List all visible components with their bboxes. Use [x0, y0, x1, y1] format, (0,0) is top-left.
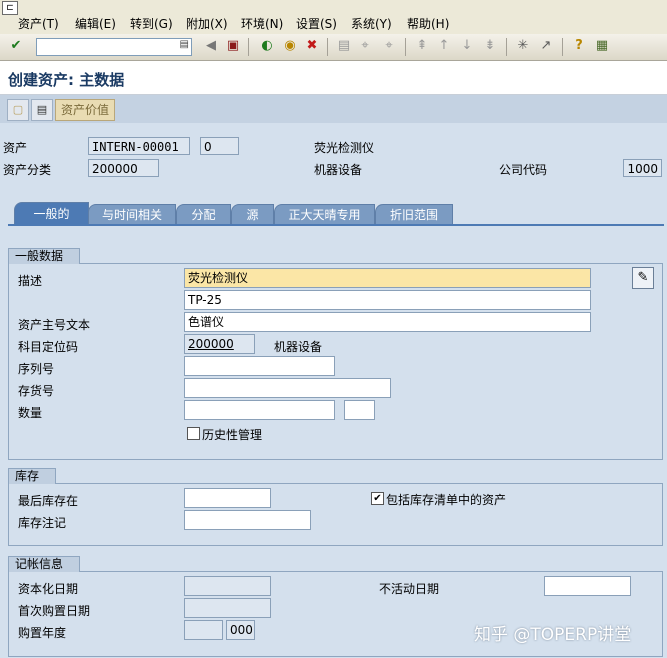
menu-extras[interactable]: 附加(X) — [186, 15, 228, 32]
inventory-note-label: 库存注记 — [18, 516, 67, 530]
description-label: 描述 — [18, 274, 43, 288]
deactivation-date-field[interactable] — [544, 576, 631, 596]
asset-description-text: 荧光检测仪 — [314, 141, 375, 155]
include-in-list-label: 包括库存清单中的资产 — [386, 493, 507, 507]
serial-number-label: 序列号 — [18, 362, 55, 376]
title-bar: 创建资产: 主数据 — [0, 61, 667, 95]
history-mgmt-label: 历史性管理 — [202, 428, 263, 442]
inventory-note-field[interactable] — [184, 510, 311, 530]
asset-number-field: INTERN-00001 — [88, 137, 190, 155]
asset-label: 资产 — [3, 141, 28, 155]
menu-bar: ⊏ 资产(T) 编辑(E) 转到(G) 附加(X) 环境(N) 设置(S) 系统… — [0, 0, 667, 35]
inventory-title: 库存 — [8, 468, 57, 484]
asset-value-button[interactable]: 资产价值 — [55, 99, 116, 121]
back-icon[interactable]: ◐ — [258, 37, 276, 55]
menu-edit[interactable]: 编辑(E) — [75, 15, 116, 32]
tab-assignments[interactable]: 分配 — [176, 204, 231, 225]
exit-icon[interactable]: ◉ — [281, 37, 299, 55]
cancel-icon[interactable]: ✖ — [303, 37, 321, 55]
system-toolbar: ✔ ▤ ◀ ▣ ◐ ◉ ✖ ▤ ⌖ ⌖ ⇞ ↑ ↓ ⇟ ✳ ↗ ? ▦ — [0, 34, 667, 61]
inventory-number-field[interactable] — [184, 378, 391, 398]
back-arrow-icon[interactable]: ◀ — [202, 37, 220, 55]
next-page-icon[interactable]: ↓ — [458, 37, 476, 55]
account-determination-field[interactable]: 200000 — [184, 334, 255, 354]
save-icon[interactable]: ▣ — [224, 37, 242, 55]
acquisition-year-label: 购置年度 — [18, 626, 67, 640]
history-mgmt-checkbox[interactable] — [187, 427, 200, 440]
asset-class-text: 机器设备 — [314, 163, 363, 177]
company-code-field: 1000 — [623, 159, 662, 177]
posting-info-title: 记帐信息 — [8, 556, 81, 572]
capitalization-date-field — [184, 576, 271, 596]
last-page-icon[interactable]: ⇟ — [481, 37, 499, 55]
tab-custom[interactable]: 正大天晴专用 — [274, 204, 375, 225]
company-code-label: 公司代码 — [499, 163, 548, 177]
page-title: 创建资产: 主数据 — [8, 71, 125, 89]
first-acquisition-label: 首次购置日期 — [18, 604, 91, 618]
window-icon[interactable]: ⊏ — [2, 1, 18, 15]
separator — [506, 38, 507, 56]
menu-settings[interactable]: 设置(S) — [296, 15, 337, 32]
edit-long-text-icon[interactable]: ✎ — [632, 267, 654, 289]
tab-depreciation-areas[interactable]: 折旧范围 — [375, 204, 453, 225]
separator — [327, 38, 328, 56]
find-icon[interactable]: ⌖ — [356, 37, 374, 55]
main-number-text-field[interactable]: 色谱仪 — [184, 312, 591, 332]
menu-asset[interactable]: 资产(T) — [18, 15, 59, 32]
account-determination-text: 机器设备 — [274, 340, 323, 354]
asset-class-label: 资产分类 — [3, 163, 52, 177]
account-determination-label: 科目定位码 — [18, 340, 79, 354]
tab-strip-line — [8, 224, 664, 226]
create-session-icon[interactable]: ✳ — [514, 37, 532, 55]
menu-goto[interactable]: 转到(G) — [130, 15, 173, 32]
separator — [248, 38, 249, 56]
previous-page-icon[interactable]: ↑ — [435, 37, 453, 55]
help-icon[interactable]: ? — [570, 37, 588, 55]
check-icon[interactable]: ✔ — [7, 37, 25, 55]
separator — [405, 38, 406, 56]
layout-menu-icon[interactable]: ▦ — [593, 37, 611, 55]
description-field-2[interactable]: TP-25 — [184, 290, 591, 310]
create-with-reference-icon[interactable]: ▢ — [7, 99, 29, 121]
print-icon[interactable]: ▤ — [335, 37, 353, 55]
quantity-label: 数量 — [18, 406, 43, 420]
watermark-text: 知乎 @TOPERP讲堂 — [474, 625, 632, 645]
include-in-list-checkbox[interactable]: ✔ — [371, 492, 384, 505]
first-acquisition-field — [184, 598, 271, 618]
shortcut-icon[interactable]: ↗ — [537, 37, 555, 55]
asset-subnumber-field: 0 — [200, 137, 239, 155]
tab-general[interactable]: 一般的 — [14, 202, 89, 225]
quantity-field[interactable] — [184, 400, 335, 420]
acquisition-period-field: 000 — [226, 620, 255, 640]
document-icon[interactable]: ▤ — [31, 99, 53, 121]
find-next-icon[interactable]: ⌖ — [380, 37, 398, 55]
serial-number-field[interactable] — [184, 356, 335, 376]
separator — [562, 38, 563, 56]
tab-origin[interactable]: 源 — [231, 204, 274, 225]
last-inventory-label: 最后库存在 — [18, 494, 79, 508]
deactivation-date-label: 不活动日期 — [379, 582, 440, 596]
unit-field[interactable] — [344, 400, 375, 420]
history-icon[interactable]: ▤ — [180, 39, 189, 50]
asset-class-field: 200000 — [88, 159, 159, 177]
capitalization-date-label: 资本化日期 — [18, 582, 79, 596]
tab-time-dependent[interactable]: 与时间相关 — [88, 204, 176, 225]
command-field[interactable]: ▤ — [36, 38, 192, 56]
general-data-title: 一般数据 — [8, 248, 81, 264]
last-inventory-field[interactable] — [184, 488, 271, 508]
menu-help[interactable]: 帮助(H) — [407, 15, 449, 32]
inventory-number-label: 存货号 — [18, 384, 55, 398]
application-toolbar: ▢ ▤ 资产价值 — [0, 95, 667, 123]
first-page-icon[interactable]: ⇞ — [413, 37, 431, 55]
menu-system[interactable]: 系统(Y) — [351, 15, 392, 32]
inventory-group — [8, 483, 663, 546]
main-number-text-label: 资产主号文本 — [18, 318, 91, 332]
acquisition-year-field — [184, 620, 223, 640]
description-field-1[interactable]: 荧光检测仪 — [184, 268, 591, 288]
menu-environment[interactable]: 环境(N) — [241, 15, 283, 32]
